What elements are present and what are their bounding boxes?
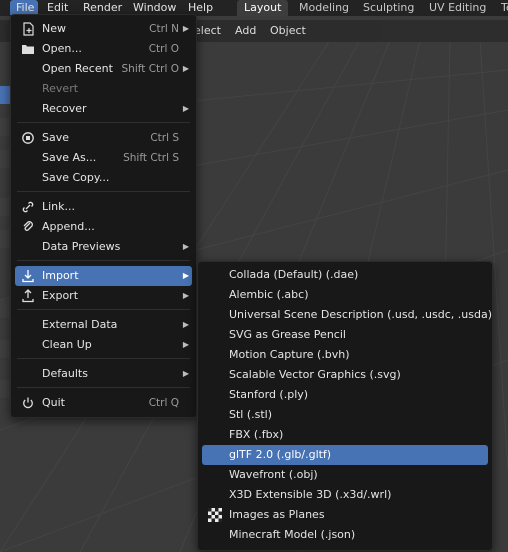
import-svg[interactable]: Scalable Vector Graphics (.svg) — [202, 365, 488, 385]
tab-texture-paint[interactable]: Te — [494, 0, 508, 16]
viewport-menu-object[interactable]: Object — [270, 24, 306, 37]
file-menu-save[interactable]: Save Ctrl S — [15, 128, 192, 148]
file-menu-defaults[interactable]: Defaults ▶ — [15, 364, 192, 384]
import-wavefront-obj[interactable]: Wavefront (.obj) — [202, 465, 488, 485]
checker-icon — [208, 508, 222, 522]
submenu-arrow-icon: ▶ — [182, 104, 189, 113]
tab-modeling[interactable]: Modeling — [292, 0, 356, 16]
viewport-menu-add[interactable]: Add — [235, 24, 256, 37]
tab-layout[interactable]: Layout — [237, 0, 289, 16]
folder-icon — [21, 42, 35, 56]
menu-separator — [17, 260, 190, 261]
submenu-arrow-icon: ▶ — [182, 242, 189, 251]
menu-separator — [17, 309, 190, 310]
import-stanford-ply[interactable]: Stanford (.ply) — [202, 385, 488, 405]
submenu-arrow-icon: ▶ — [182, 340, 189, 349]
menu-separator — [17, 191, 190, 192]
submenu-arrow-icon: ▶ — [182, 271, 189, 280]
submenu-arrow-icon: ▶ — [182, 64, 189, 73]
viewport-menu-select[interactable]: elect — [194, 24, 221, 37]
submenu-arrow-icon: ▶ — [182, 291, 189, 300]
file-menu: New Ctrl N ▶ Open... Ctrl O Open Recent … — [10, 14, 197, 418]
import-gltf[interactable]: glTF 2.0 (.glb/.gltf) — [202, 445, 488, 465]
new-file-icon — [21, 22, 35, 36]
import-images-as-planes[interactable]: Images as Planes — [202, 505, 488, 525]
import-svg-grease-pencil[interactable]: SVG as Grease Pencil — [202, 325, 488, 345]
submenu-arrow-icon: ▶ — [182, 369, 189, 378]
append-icon — [21, 220, 35, 234]
file-menu-external-data[interactable]: External Data ▶ — [15, 315, 192, 335]
file-menu-revert: Revert — [42, 82, 79, 95]
file-menu-open-recent[interactable]: Open Recent Shift Ctrl O ▶ — [15, 59, 192, 79]
import-stl[interactable]: Stl (.stl) — [202, 405, 488, 425]
file-menu-recover[interactable]: Recover ▶ — [15, 99, 192, 119]
file-menu-data-previews[interactable]: Data Previews ▶ — [15, 237, 192, 257]
file-menu-export[interactable]: Export ▶ — [15, 286, 192, 306]
link-icon — [21, 200, 35, 214]
file-menu-save-as[interactable]: Save As... Shift Ctrl S — [15, 148, 192, 168]
tab-uv-editing[interactable]: UV Editing — [422, 0, 493, 16]
import-collada[interactable]: Collada (Default) (.dae) — [202, 265, 488, 285]
import-submenu: Collada (Default) (.dae) Alembic (.abc) … — [197, 261, 493, 551]
file-menu-clean-up[interactable]: Clean Up ▶ — [15, 335, 192, 355]
file-menu-save-copy[interactable]: Save Copy... — [15, 168, 192, 188]
menu-separator — [17, 358, 190, 359]
menu-separator — [17, 387, 190, 388]
import-x3d[interactable]: X3D Extensible 3D (.x3d/.wrl) — [202, 485, 488, 505]
menu-separator — [17, 122, 190, 123]
save-icon — [21, 131, 35, 145]
file-menu-quit[interactable]: Quit Ctrl Q — [15, 393, 192, 413]
import-fbx[interactable]: FBX (.fbx) — [202, 425, 488, 445]
power-icon — [21, 396, 35, 410]
import-motion-capture[interactable]: Motion Capture (.bvh) — [202, 345, 488, 365]
export-icon — [21, 289, 35, 303]
import-alembic[interactable]: Alembic (.abc) — [202, 285, 488, 305]
tab-sculpting[interactable]: Sculpting — [356, 0, 421, 16]
import-usd[interactable]: Universal Scene Description (.usd, .usdc… — [202, 305, 492, 325]
import-minecraft-model[interactable]: Minecraft Model (.json) — [202, 525, 488, 545]
submenu-arrow-icon: ▶ — [182, 320, 189, 329]
file-menu-link[interactable]: Link... — [15, 197, 192, 217]
file-menu-new[interactable]: New Ctrl N ▶ — [15, 19, 192, 39]
file-menu-append[interactable]: Append... — [15, 217, 192, 237]
import-icon — [21, 269, 35, 283]
file-menu-import[interactable]: Import ▶ — [15, 266, 192, 286]
submenu-arrow-icon: ▶ — [182, 24, 189, 33]
file-menu-open[interactable]: Open... Ctrl O — [15, 39, 192, 59]
